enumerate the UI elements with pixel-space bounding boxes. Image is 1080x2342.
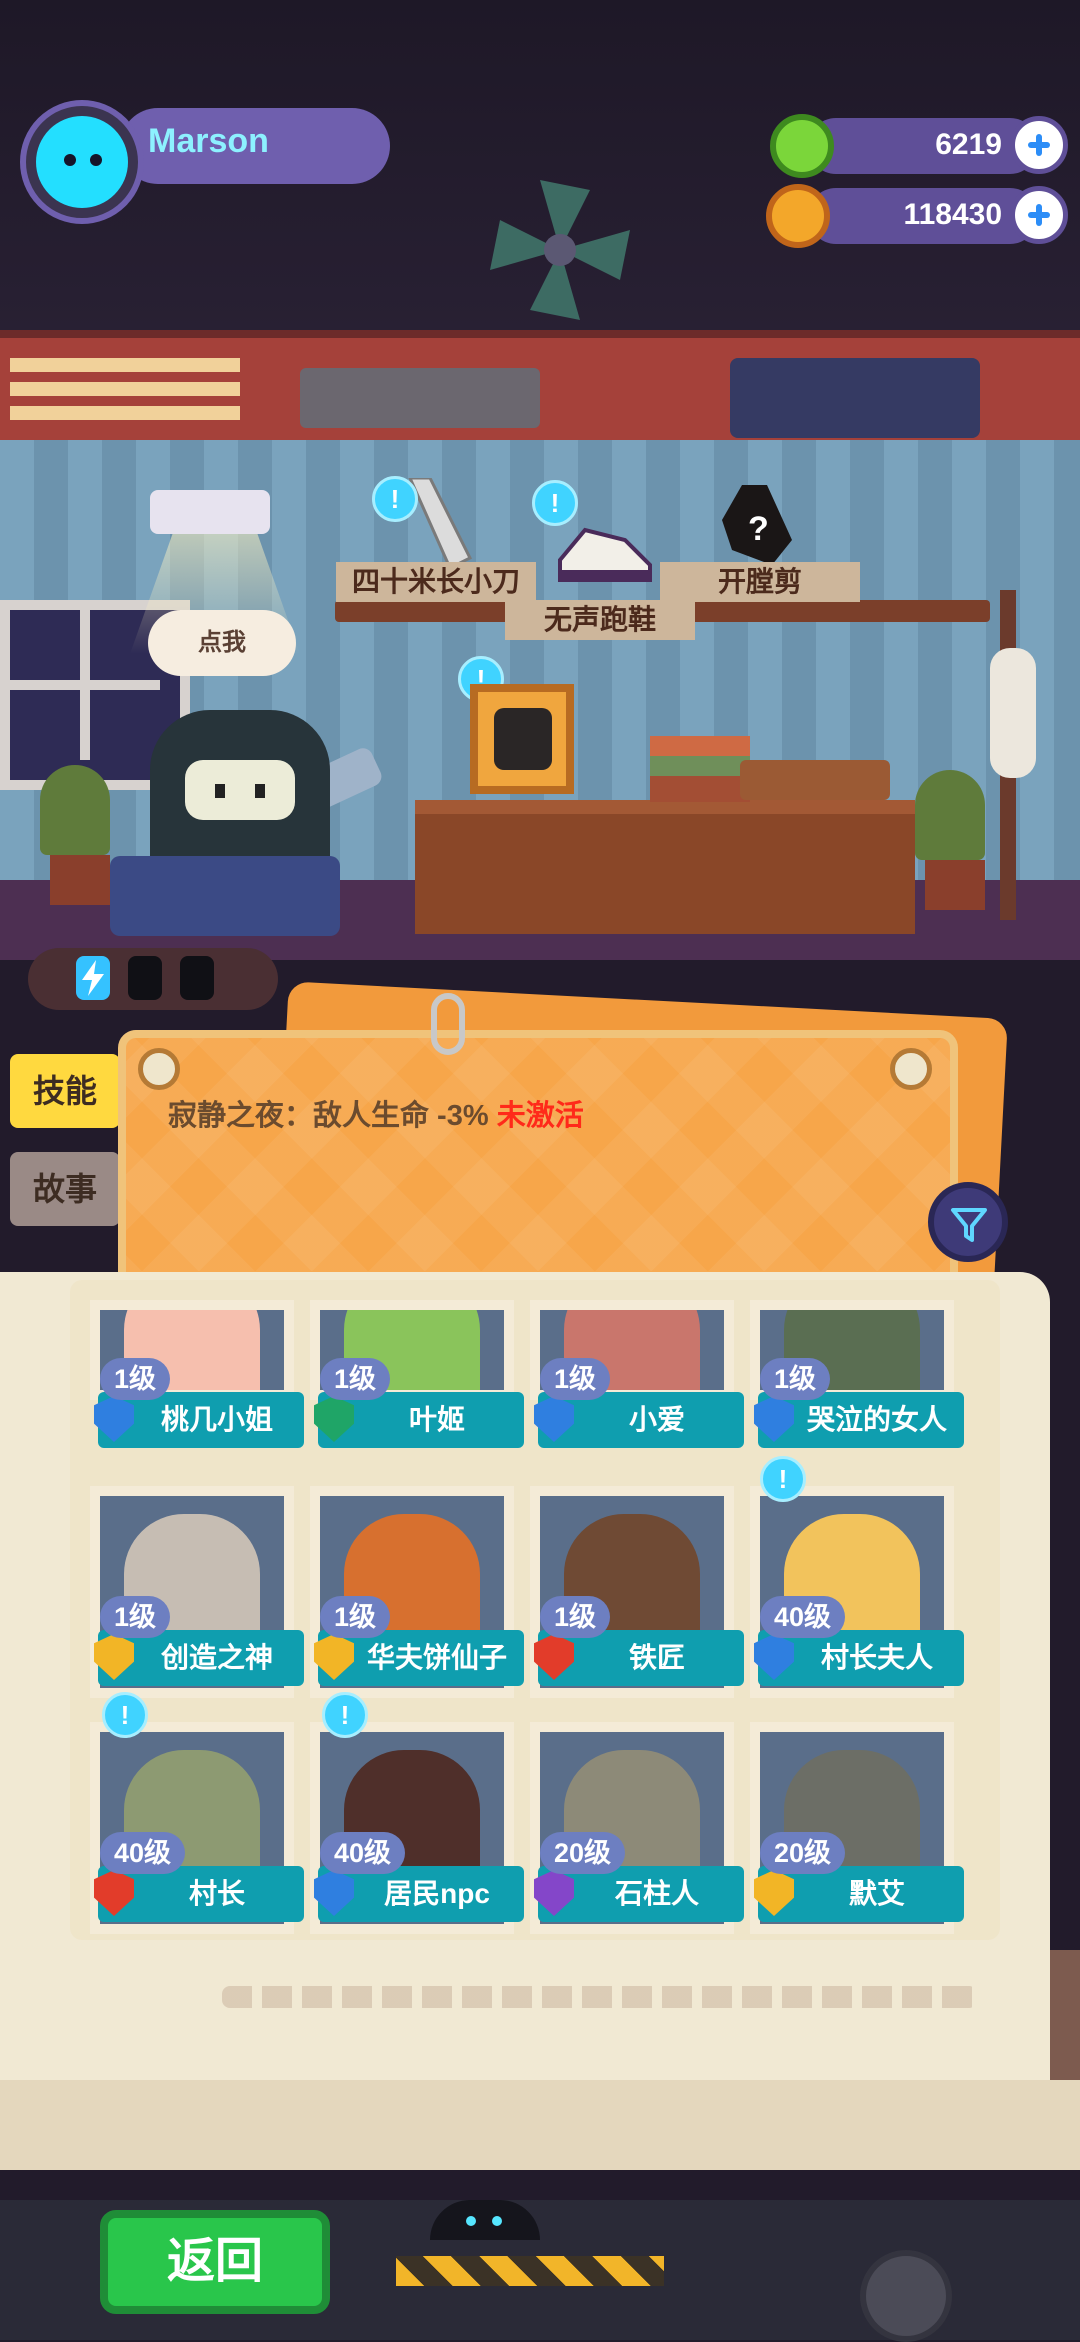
character-name: 居民npc (384, 1878, 490, 1909)
character-name: 小爱 (628, 1404, 685, 1435)
plant-right (915, 770, 985, 860)
character-level: 1级 (320, 1358, 391, 1400)
character-name: 桃几小姐 (160, 1404, 273, 1435)
character-level: 1级 (100, 1596, 171, 1638)
character-name: 华夫饼仙子 (366, 1642, 507, 1673)
book-edge (0, 2080, 1080, 2170)
filter-button[interactable] (928, 1182, 1008, 1262)
gem-value: 6219 (935, 128, 1002, 161)
character-name: 叶姬 (408, 1404, 465, 1435)
energy-slot-empty (128, 956, 162, 1000)
svg-text:?: ? (748, 510, 769, 548)
alert-badge-icon: ! (322, 1692, 368, 1738)
gold-planet-coin-icon (766, 184, 830, 248)
alert-badge-icon: ! (372, 476, 418, 522)
character-face (185, 760, 295, 820)
item-label-scissors: 开膛剪 (660, 562, 860, 602)
character-level: 40级 (320, 1832, 406, 1874)
desk (415, 800, 915, 934)
talk-bubble[interactable]: 点我 (148, 610, 296, 676)
character-level: 1级 (540, 1358, 611, 1400)
pin-icon (890, 1048, 932, 1090)
gear-decoration (860, 2250, 952, 2342)
character-name: 石柱人 (614, 1878, 699, 1909)
plant-left (40, 765, 110, 855)
add-gems-button[interactable] (1010, 116, 1068, 174)
character-name: 铁匠 (628, 1642, 685, 1673)
character-level: 20级 (540, 1832, 626, 1874)
ceiling-lamp (150, 490, 270, 534)
item-label-knife: 四十米长小刀 (336, 562, 536, 602)
player-name: Marson (148, 122, 269, 160)
character-level: 1级 (540, 1596, 611, 1638)
cat-avatar-icon (36, 116, 128, 208)
back-button[interactable]: 返回 (100, 2210, 330, 2314)
coin-value: 118430 (903, 198, 1002, 231)
character-level: 1级 (100, 1358, 171, 1400)
character-level: 1级 (320, 1596, 391, 1638)
character-name: 哭泣的女人 (806, 1404, 947, 1435)
filter-icon (951, 1208, 987, 1242)
character-level: 20级 (760, 1832, 846, 1874)
alert-badge-icon: ! (532, 480, 578, 526)
character-level: 40级 (760, 1596, 846, 1638)
energy-bolt-icon (76, 956, 110, 1000)
character-name: 村长夫人 (820, 1642, 933, 1673)
character-level: 40级 (100, 1832, 186, 1874)
tab-story[interactable]: 故事 (10, 1152, 120, 1226)
sewing-machine (110, 856, 340, 936)
item-label-shoes: 无声跑鞋 (505, 600, 695, 640)
sneaker-icon[interactable] (555, 520, 655, 590)
top-shelf (0, 330, 1080, 448)
hazard-stripe (396, 2256, 664, 2286)
pot-right (925, 860, 985, 910)
tab-skill[interactable]: 技能 (10, 1054, 120, 1128)
character-name: 默艾 (848, 1878, 905, 1909)
add-coins-button[interactable] (1010, 186, 1068, 244)
alert-badge-icon: ! (102, 1692, 148, 1738)
photo-frame[interactable] (470, 684, 574, 794)
wooden-box (740, 760, 890, 800)
skill-status: 未激活 (496, 1100, 584, 1132)
fan-icon (490, 180, 630, 320)
scissors-silhouette-icon[interactable]: ? (712, 480, 802, 570)
hanging-coat (990, 648, 1036, 778)
character-level: 1级 (760, 1358, 831, 1400)
skill-description: 寂静之夜：敌人生命 -3% 未激活 (168, 1100, 584, 1132)
character-name: 创造之神 (160, 1642, 273, 1673)
character-name: 村长 (188, 1878, 245, 1909)
pot-left (50, 855, 110, 905)
energy-slot-empty (180, 956, 214, 1000)
alert-badge-icon: ! (760, 1456, 806, 1502)
pin-icon (138, 1048, 180, 1090)
paperclip-icon (431, 993, 465, 1055)
page-caption (222, 1986, 977, 2008)
book-stack (650, 736, 750, 802)
